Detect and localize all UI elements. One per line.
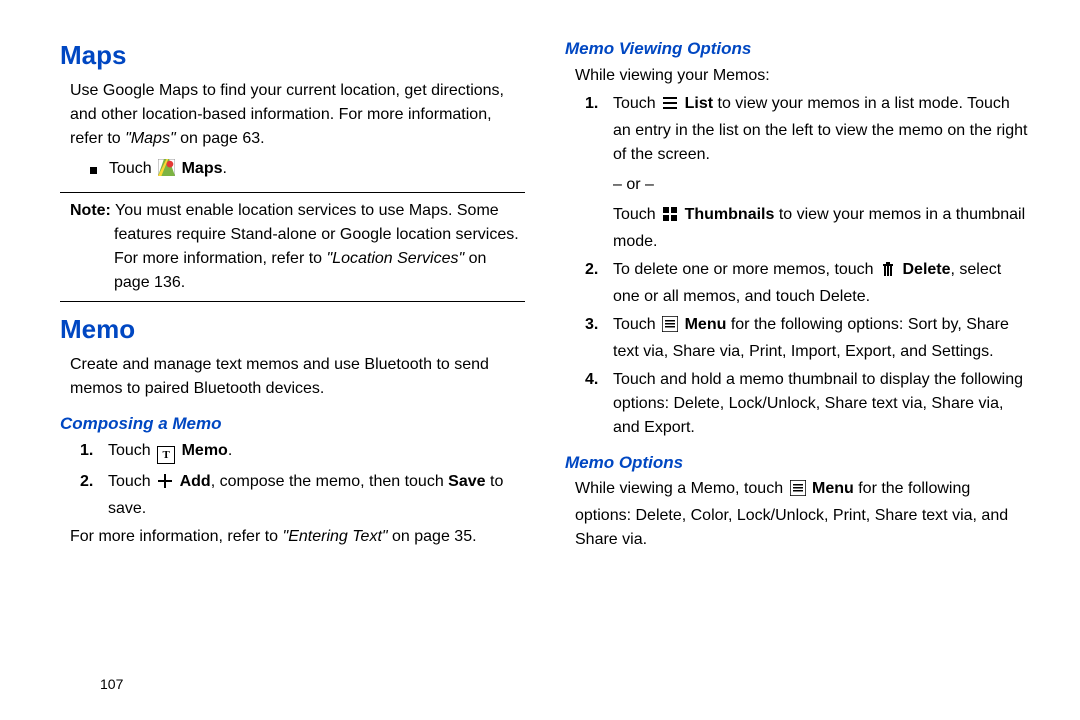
- list-icon: [662, 95, 678, 119]
- s2-mid: , compose the memo, then touch: [211, 473, 448, 490]
- menu-icon: [662, 316, 678, 340]
- more-b: on page 35.: [388, 528, 477, 545]
- maps-touch-row: Touch Maps.: [90, 157, 525, 184]
- manual-page: Maps Use Google Maps to find your curren…: [0, 0, 1080, 720]
- touch-word: Touch: [109, 160, 156, 177]
- composing-steps: Touch T Memo. Touch Add, compose the mem…: [60, 439, 525, 521]
- s2-touch: Touch: [108, 473, 155, 490]
- v3-menu: Menu: [685, 316, 727, 333]
- maps-touch-text: Touch Maps.: [109, 157, 227, 184]
- heading-maps: Maps: [60, 36, 525, 75]
- page-number: 107: [100, 676, 123, 692]
- viewing-step-3: Touch Menu for the following options: So…: [565, 313, 1030, 364]
- add-icon: [157, 473, 173, 497]
- or-divider: – or –: [613, 173, 1030, 197]
- delete-icon: [880, 261, 896, 285]
- composing-step-1: Touch T Memo.: [60, 439, 525, 466]
- v1-list: List: [685, 95, 713, 112]
- period: .: [223, 160, 227, 177]
- heading-memo: Memo: [60, 310, 525, 349]
- s1-dot: .: [228, 442, 232, 459]
- viewing-step-1: Touch List to view your memos in a list …: [565, 92, 1030, 254]
- v1-touch2: Touch: [613, 206, 660, 223]
- more-ref: "Entering Text": [283, 528, 388, 545]
- right-column: Memo Viewing Options While viewing your …: [565, 30, 1030, 700]
- v2-del: Delete: [902, 261, 950, 278]
- s2-save: Save: [448, 473, 485, 490]
- viewing-step-4: Touch and hold a memo thumbnail to displ…: [565, 368, 1030, 440]
- v2-a: To delete one or more memos, touch: [613, 261, 878, 278]
- maps-label: Maps: [182, 160, 223, 177]
- v1-thumb: Thumbnails: [685, 206, 775, 223]
- memo-more-info: For more information, refer to "Entering…: [70, 525, 525, 549]
- memo-intro: Create and manage text memos and use Blu…: [70, 353, 525, 401]
- memo-options-text: While viewing a Memo, touch Menu for the…: [575, 477, 1030, 552]
- mo-menu: Menu: [812, 480, 854, 497]
- mo-a: While viewing a Memo, touch: [575, 480, 788, 497]
- memo-app-icon: T: [157, 442, 175, 466]
- thumbnails-icon: [662, 206, 678, 230]
- left-column: Maps Use Google Maps to find your curren…: [60, 30, 525, 700]
- maps-intro: Use Google Maps to find your current loc…: [70, 79, 525, 151]
- maps-app-icon: [158, 159, 175, 184]
- heading-composing: Composing a Memo: [60, 411, 525, 437]
- maps-note: Note: You must enable location services …: [60, 199, 525, 295]
- s1-touch: Touch: [108, 442, 155, 459]
- v3-a: Touch: [613, 316, 660, 333]
- heading-viewing: Memo Viewing Options: [565, 36, 1030, 62]
- v1-touch: Touch: [613, 95, 660, 112]
- rule-icon: [60, 192, 525, 193]
- composing-step-2: Touch Add, compose the memo, then touch …: [60, 470, 525, 521]
- viewing-intro: While viewing your Memos:: [575, 64, 1030, 88]
- menu-icon: [790, 480, 806, 504]
- more-a: For more information, refer to: [70, 528, 283, 545]
- note-label: Note:: [70, 202, 111, 219]
- s1-memo: Memo: [182, 442, 228, 459]
- rule-icon: [60, 301, 525, 302]
- viewing-step-2: To delete one or more memos, touch Delet…: [565, 258, 1030, 309]
- viewing-steps: Touch List to view your memos in a list …: [565, 92, 1030, 440]
- note-text: Note: You must enable location services …: [70, 199, 521, 295]
- heading-memo-options: Memo Options: [565, 450, 1030, 476]
- maps-ref: "Maps": [125, 130, 175, 147]
- maps-intro-text-b: on page 63.: [176, 130, 265, 147]
- square-bullet-icon: [90, 167, 97, 174]
- note-ref: "Location Services": [327, 250, 465, 267]
- s2-add: Add: [180, 473, 211, 490]
